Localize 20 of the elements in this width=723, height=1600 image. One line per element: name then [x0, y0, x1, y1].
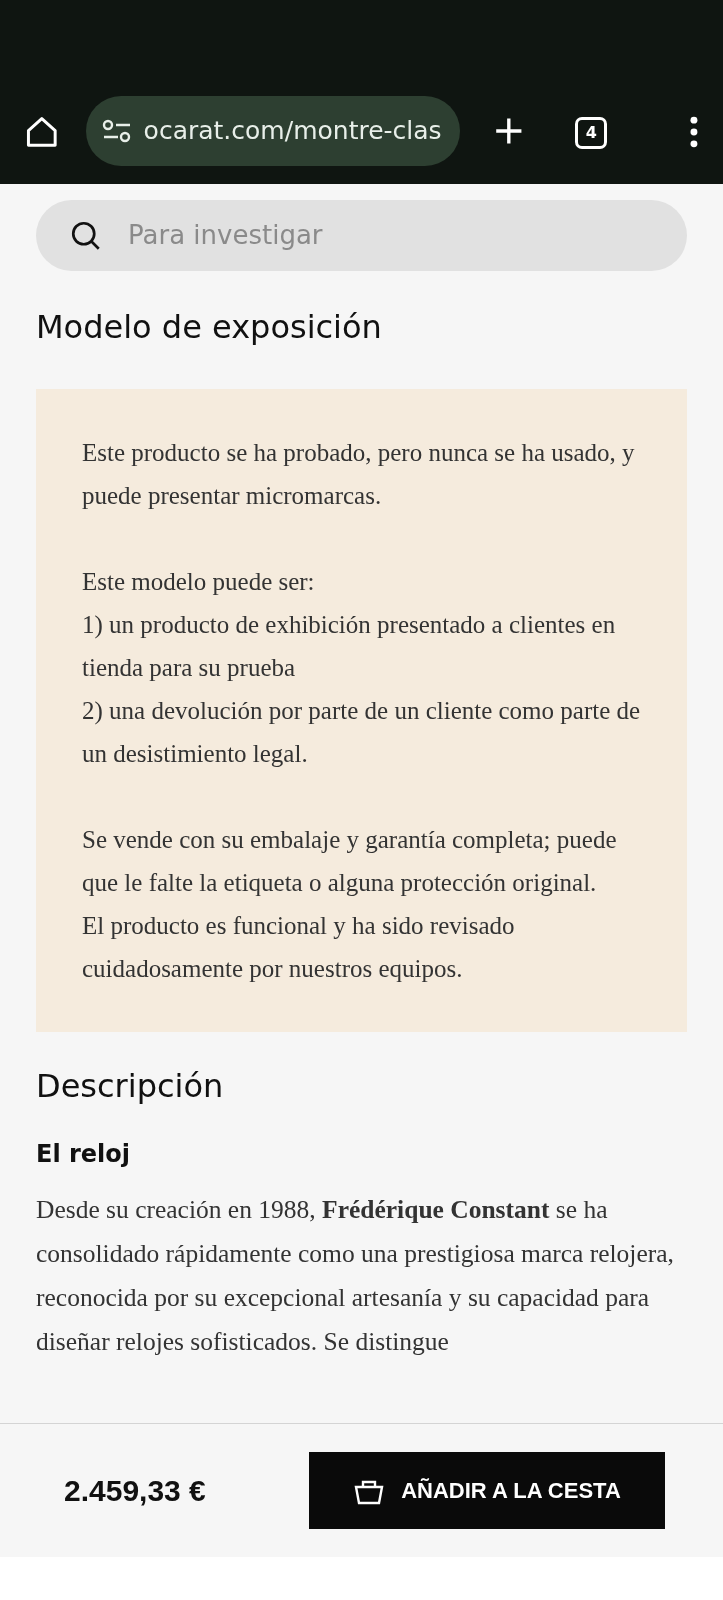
home-icon[interactable] [24, 114, 60, 150]
search-field[interactable]: Para investigar [36, 200, 687, 271]
address-bar[interactable]: ocarat.com/montre-clas [85, 96, 460, 166]
notice-text: El producto es funcional y ha sido revisado cuidadosamente por nuestros equipos. [82, 911, 516, 984]
price: 2.459,33 € [64, 1473, 206, 1509]
notice-text: 1) un producto de exhibición presentado a clientes en tienda para su prueba [82, 610, 617, 683]
notice-text: 2) una devolución por parte de un cliente como parte de un desistimiento legal. [82, 696, 641, 769]
tab-count[interactable]: 4 [575, 117, 608, 149]
url-text: ocarat.com/montre-clas [143, 115, 442, 148]
add-to-cart-button[interactable]: AÑADIR A LA CESTA [309, 1452, 665, 1529]
notice-text: Este modelo puede ser: [82, 567, 316, 597]
subheading: El reloj [36, 1139, 132, 1170]
notice-text: Se vende con su embalaje y garantía completa; puede que le falte la etiqueta o alguna protección original. [82, 825, 618, 898]
description-text: Desde su creación en 1988, Frédérique Constant se ha consolidado rápidamente como una prestigiosa marca relojera, reconocida por su excepcional artesanía y su capacidad para diseñar relojes sofisticados. Se distingue [36, 1194, 675, 1358]
site-settings-icon[interactable] [101, 118, 132, 144]
search-input[interactable]: Para investigar [128, 216, 655, 255]
section-heading: Modelo de exposición [36, 307, 383, 348]
more-menu-icon[interactable] [689, 116, 699, 148]
notice-text: Este producto se ha probado, pero nunca se ha usado, y puede presentar micromarcas. [82, 438, 636, 511]
section-heading: Descripción [36, 1066, 225, 1107]
